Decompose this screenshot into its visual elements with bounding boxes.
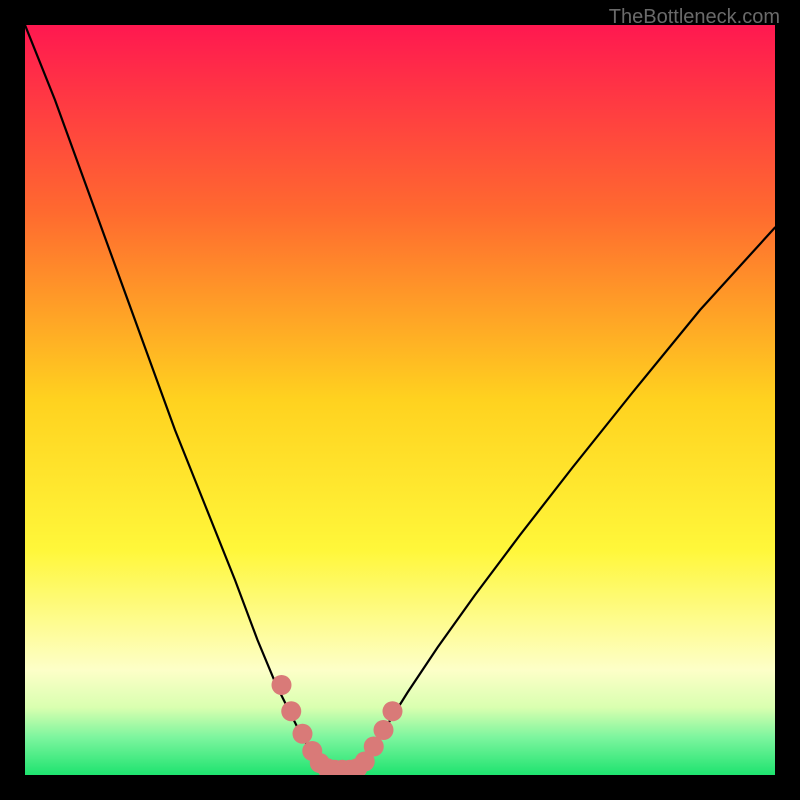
marker-dot bbox=[281, 701, 301, 721]
marker-dot bbox=[272, 675, 292, 695]
marker-dot bbox=[383, 701, 403, 721]
marker-dot bbox=[374, 720, 394, 740]
marker-dot bbox=[293, 724, 313, 744]
watermark-text: TheBottleneck.com bbox=[609, 6, 780, 29]
gradient-background bbox=[25, 25, 775, 775]
chart-svg bbox=[25, 25, 775, 775]
chart-plot-area bbox=[25, 25, 775, 775]
